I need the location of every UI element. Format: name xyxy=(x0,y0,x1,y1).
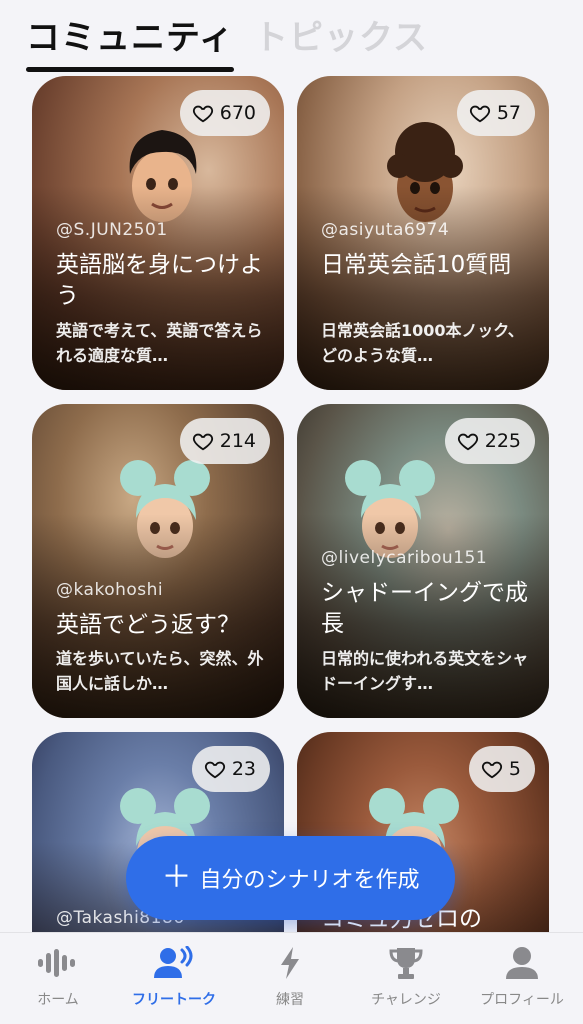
card-description: 日常英会話1000本ノック、どのような質… xyxy=(321,321,524,365)
nav-free-talk[interactable]: フリートーク xyxy=(116,933,232,1024)
like-count: 214 xyxy=(219,430,256,452)
like-count: 5 xyxy=(508,758,521,780)
tab-topics[interactable]: トピックス xyxy=(254,10,428,59)
plus-icon: ＋ xyxy=(161,860,192,895)
lightning-icon xyxy=(281,947,299,979)
scenario-card[interactable]: 57 @asiyuta6974 日常英会話10質問 日常英会話1000本ノック、… xyxy=(297,76,549,390)
like-count: 23 xyxy=(231,758,256,780)
scenario-card[interactable]: 214 @kakohoshi 英語でどう返す？ 道を歩いていたら、突然、外国人に… xyxy=(32,404,284,718)
like-count: 225 xyxy=(484,430,521,452)
bottom-navigation: ホーム フリートーク 練習 チャレンジ プロフィール xyxy=(0,932,583,1024)
card-title: 英語脳を身につけよう xyxy=(56,252,263,309)
card-title: 日常英会話10質問 xyxy=(321,252,512,278)
card-description: 日常的に使われる英文をシャドーイングす… xyxy=(321,649,529,693)
nav-home-label: ホーム xyxy=(37,992,79,1008)
active-tab-indicator xyxy=(26,67,234,72)
create-scenario-label: 自分のシナリオを作成 xyxy=(199,868,420,893)
nav-challenge[interactable]: チャレンジ xyxy=(348,933,464,1024)
speaking-person-icon xyxy=(154,946,193,978)
scenario-card[interactable]: 670 @S.JUN2501 英語脳を身につけよう 英語で考えて、英語で答えられ… xyxy=(32,76,284,390)
person-icon xyxy=(506,947,538,979)
tab-community[interactable]: コミュニティ xyxy=(26,10,234,59)
nav-practice[interactable]: 練習 xyxy=(232,933,348,1024)
heart-icon xyxy=(192,105,213,123)
heart-icon xyxy=(457,433,478,451)
card-description: 英語で考えて、英語で答えられる適度な質… xyxy=(56,321,263,365)
nav-profile-label: プロフィール xyxy=(480,992,564,1008)
create-scenario-button[interactable]: ＋ 自分のシナリオを作成 xyxy=(126,836,455,920)
heart-icon xyxy=(204,761,225,779)
nav-profile[interactable]: プロフィール xyxy=(464,933,580,1024)
nav-home[interactable]: ホーム xyxy=(0,933,116,1024)
like-count: 57 xyxy=(496,102,521,124)
top-tabs: コミュニティ トピックス xyxy=(0,0,583,76)
like-count-badge[interactable]: 214 xyxy=(179,418,270,464)
nav-challenge-label: チャレンジ xyxy=(371,992,441,1008)
card-title: 英語でどう返す？ xyxy=(56,612,240,638)
trophy-icon xyxy=(389,948,423,979)
nav-free-talk-label: フリートーク xyxy=(132,992,216,1008)
like-count-badge[interactable]: 225 xyxy=(444,418,535,464)
nav-practice-label: 練習 xyxy=(276,992,304,1008)
card-author: @asiyuta6974 xyxy=(321,220,450,240)
like-count-badge[interactable]: 670 xyxy=(179,90,270,136)
waveform-icon xyxy=(38,949,75,977)
heart-icon xyxy=(481,761,502,779)
like-count-badge[interactable]: 23 xyxy=(191,746,270,792)
heart-icon xyxy=(192,433,213,451)
heart-icon xyxy=(469,105,490,123)
like-count-badge[interactable]: 57 xyxy=(456,90,535,136)
card-description: 道を歩いていたら、突然、外国人に話しか… xyxy=(56,649,264,693)
scenario-card[interactable]: 225 @livelycaribou151 シャドーイングで成長 日常的に使われ… xyxy=(297,404,549,718)
like-count-badge[interactable]: 5 xyxy=(468,746,535,792)
card-author: @S.JUN2501 xyxy=(56,220,168,240)
card-author: @livelycaribou151 xyxy=(321,548,488,568)
card-title: シャドーイングで成長 xyxy=(321,580,528,637)
card-author: @kakohoshi xyxy=(56,580,164,600)
like-count: 670 xyxy=(219,102,256,124)
